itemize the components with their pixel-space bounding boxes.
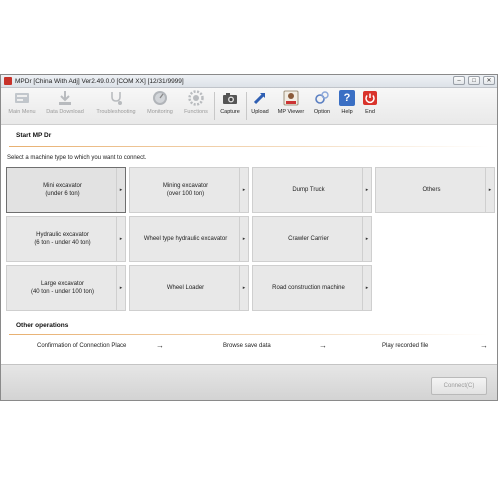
machine-mini-excavator[interactable]: Mini excavator (under 6 ton) ▸ bbox=[6, 167, 126, 213]
dropdown-arrow-icon[interactable]: ▸ bbox=[362, 266, 371, 310]
main-panel: Start MP Dr Select a machine type to whi… bbox=[1, 125, 497, 350]
dropdown-arrow-icon[interactable]: ▸ bbox=[239, 266, 248, 310]
title-bar[interactable]: MPDr [China With Adj] Ver2.49.0.0 [COM X… bbox=[1, 75, 497, 88]
toolbar-separator bbox=[214, 92, 215, 120]
toolbar-monitoring[interactable]: Monitoring bbox=[143, 90, 177, 115]
toolbar-end[interactable]: End bbox=[361, 90, 379, 115]
upload-icon bbox=[252, 90, 268, 106]
arrow-right-icon[interactable]: → bbox=[156, 341, 164, 350]
toolbar-mp-viewer[interactable]: MP Viewer bbox=[275, 90, 307, 115]
option-icon bbox=[314, 90, 330, 106]
maximize-button[interactable]: □ bbox=[468, 76, 480, 85]
connect-button[interactable]: Connect(C) bbox=[431, 377, 487, 395]
other-operations-heading: Other operations bbox=[16, 322, 69, 329]
divider bbox=[9, 146, 489, 147]
toolbar-help[interactable]: ? Help bbox=[337, 90, 357, 115]
machine-crawler-carrier[interactable]: Crawler Carrier ▸ bbox=[252, 216, 372, 262]
machine-wheel-loader[interactable]: Wheel Loader ▸ bbox=[129, 265, 249, 311]
power-icon bbox=[362, 90, 378, 106]
dropdown-arrow-icon[interactable]: ▸ bbox=[239, 217, 248, 261]
dropdown-arrow-icon[interactable]: ▸ bbox=[116, 266, 125, 310]
toolbar-upload[interactable]: Upload bbox=[249, 90, 271, 115]
machine-hydraulic-excavator[interactable]: Hydraulic excavator (6 ton - under 40 ton… bbox=[6, 216, 126, 262]
divider bbox=[9, 334, 489, 335]
gear-icon bbox=[188, 90, 204, 106]
toolbar: Main Menu Data Download Troubleshooting … bbox=[1, 88, 497, 125]
help-icon: ? bbox=[339, 90, 355, 106]
dropdown-arrow-icon[interactable]: ▸ bbox=[116, 217, 125, 261]
main-menu-icon bbox=[14, 90, 30, 106]
window-title: MPDr [China With Adj] Ver2.49.0.0 [COM X… bbox=[15, 78, 184, 85]
machine-dump-truck[interactable]: Dump Truck ▸ bbox=[252, 167, 372, 213]
toolbar-main-menu[interactable]: Main Menu bbox=[5, 90, 39, 115]
machine-others[interactable]: Others ▸ bbox=[375, 167, 495, 213]
minimize-button[interactable]: – bbox=[453, 76, 465, 85]
machine-road-construction[interactable]: Road construction machine ▸ bbox=[252, 265, 372, 311]
arrow-right-icon[interactable]: → bbox=[319, 341, 327, 350]
footer-bar: Connect(C) bbox=[1, 364, 497, 400]
page-title: Start MP Dr bbox=[16, 132, 52, 139]
toolbar-separator bbox=[246, 92, 247, 120]
play-recorded-file-link[interactable]: Play recorded file bbox=[382, 343, 428, 349]
dropdown-arrow-icon[interactable]: ▸ bbox=[116, 168, 125, 212]
browse-save-data-link[interactable]: Browse save data bbox=[223, 343, 271, 349]
app-window: MPDr [China With Adj] Ver2.49.0.0 [COM X… bbox=[0, 74, 498, 401]
machine-wheel-hydraulic-excavator[interactable]: Wheel type hydraulic excavator ▸ bbox=[129, 216, 249, 262]
toolbar-functions[interactable]: Functions bbox=[180, 90, 212, 115]
machine-mining-excavator[interactable]: Mining excavator (over 100 ton) ▸ bbox=[129, 167, 249, 213]
confirm-connection-place-link[interactable]: Confirmation of Connection Place bbox=[37, 343, 126, 349]
toolbar-data-download[interactable]: Data Download bbox=[43, 90, 87, 115]
dropdown-arrow-icon[interactable]: ▸ bbox=[362, 217, 371, 261]
download-icon bbox=[57, 90, 73, 106]
gauge-icon bbox=[152, 90, 168, 106]
dropdown-arrow-icon[interactable]: ▸ bbox=[362, 168, 371, 212]
camera-icon bbox=[222, 90, 238, 106]
stethoscope-icon bbox=[108, 90, 124, 106]
dropdown-arrow-icon[interactable]: ▸ bbox=[485, 168, 494, 212]
app-logo-icon bbox=[4, 77, 12, 85]
toolbar-capture[interactable]: Capture bbox=[217, 90, 243, 115]
close-button[interactable]: ✕ bbox=[483, 76, 495, 85]
viewer-icon bbox=[283, 90, 299, 106]
instruction-text: Select a machine type to which you want … bbox=[7, 155, 147, 161]
arrow-right-icon[interactable]: → bbox=[480, 341, 488, 350]
toolbar-troubleshooting[interactable]: Troubleshooting bbox=[91, 90, 141, 115]
toolbar-option[interactable]: Option bbox=[311, 90, 333, 115]
dropdown-arrow-icon[interactable]: ▸ bbox=[239, 168, 248, 212]
machine-large-excavator[interactable]: Large excavator (40 ton - under 100 ton) … bbox=[6, 265, 126, 311]
